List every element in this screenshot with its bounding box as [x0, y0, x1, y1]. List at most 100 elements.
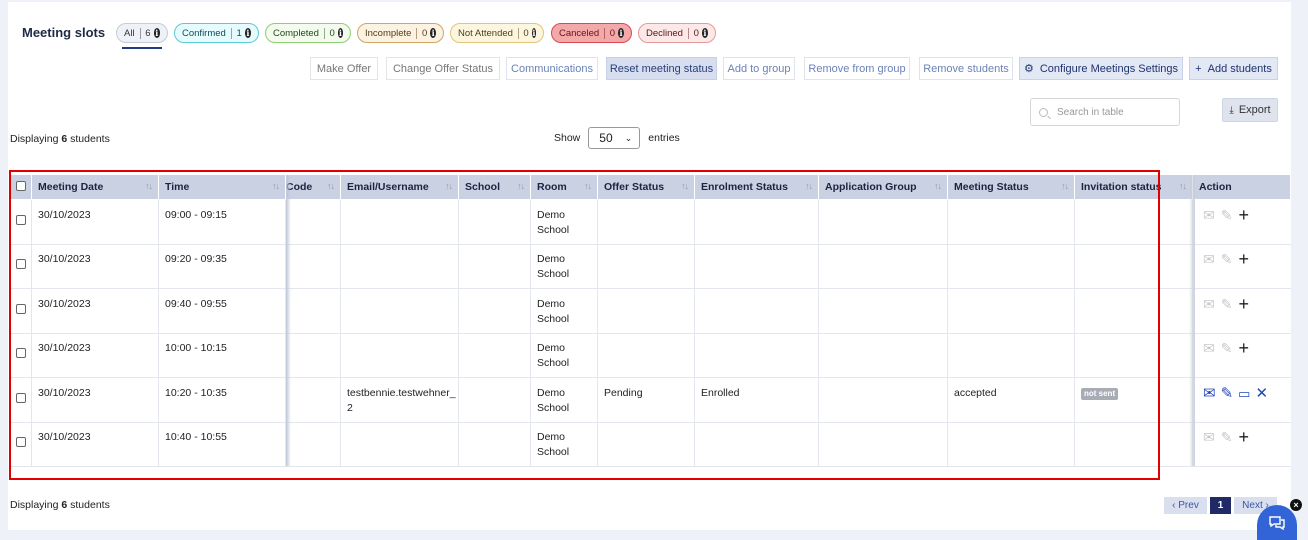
column-header-email[interactable]: Email/Username ↑↓ — [341, 175, 459, 199]
pencil-icon[interactable]: ✎ — [1221, 296, 1233, 312]
column-header-offer-status[interactable]: Offer Status ↑↓ — [598, 175, 695, 199]
close-icon[interactable]: ✕ — [1255, 386, 1268, 401]
status-filter-pill[interactable]: All 6 i — [116, 23, 168, 43]
pencil-icon[interactable]: ✎ — [1221, 386, 1234, 401]
meeting-status-cell: accepted — [948, 378, 1075, 422]
row-checkbox[interactable] — [16, 259, 26, 269]
envelope-icon[interactable]: ✉ — [1203, 429, 1215, 445]
search-input[interactable]: Search in table — [1030, 98, 1180, 126]
pencil-icon[interactable]: ✎ — [1221, 251, 1233, 267]
chat-close-icon[interactable]: × — [1290, 499, 1302, 511]
envelope-icon[interactable]: ✉ — [1203, 296, 1215, 312]
pencil-icon[interactable]: ✎ — [1221, 207, 1233, 223]
add-to-group-button[interactable]: Add to group — [723, 57, 795, 80]
add-students-button[interactable]: + Add students — [1189, 57, 1278, 80]
column-header-enrolment-status[interactable]: Enrolment Status ↑↓ — [695, 175, 819, 199]
column-header-code[interactable]: Code ↑↓ — [286, 175, 341, 199]
email-cell — [341, 244, 459, 288]
search-icon — [1039, 107, 1048, 117]
plus-icon[interactable]: + — [1238, 428, 1249, 446]
row-checkbox[interactable] — [16, 348, 26, 358]
sort-icon[interactable]: ↑↓ — [445, 181, 453, 191]
entries-label: entries — [648, 132, 680, 144]
status-filter-pill[interactable]: Confirmed 1 i — [174, 23, 259, 43]
row-checkbox[interactable] — [16, 437, 26, 447]
sort-icon[interactable]: ↑↓ — [584, 181, 592, 191]
column-header-meeting-date[interactable]: Meeting Date ↑↓ — [32, 175, 159, 199]
row-checkbox[interactable] — [16, 393, 26, 403]
status-filter-pill[interactable]: Not Attended 0 i — [450, 23, 544, 43]
sort-icon[interactable]: ↑↓ — [1179, 181, 1187, 191]
status-filter-pill[interactable]: Declined 0 i — [638, 23, 716, 43]
remove-students-button[interactable]: Remove students — [919, 57, 1013, 80]
calendar-icon[interactable]: ▭ — [1238, 386, 1250, 401]
column-header-time[interactable]: Time ↑↓ — [159, 175, 286, 199]
pencil-icon[interactable]: ✎ — [1221, 340, 1233, 356]
envelope-icon[interactable]: ✉ — [1203, 386, 1216, 401]
communications-button[interactable]: Communications — [506, 57, 598, 80]
sort-icon[interactable]: ↑↓ — [327, 181, 335, 191]
envelope-icon[interactable]: ✉ — [1203, 251, 1215, 267]
chat-widget-button[interactable] — [1257, 505, 1297, 540]
sort-icon[interactable]: ↑↓ — [681, 181, 689, 191]
page-length-select[interactable]: 50 ⌄ — [588, 127, 641, 149]
pagination-page[interactable]: 1 — [1210, 497, 1231, 514]
sort-icon[interactable]: ↑↓ — [934, 181, 942, 191]
filter-label: Declined — [646, 27, 683, 39]
envelope-icon[interactable]: ✉ — [1203, 207, 1215, 223]
email-cell — [341, 422, 459, 466]
plus-icon: + — [1195, 62, 1202, 75]
column-header-invitation-status[interactable]: Invitation status ↑↓ — [1075, 175, 1193, 199]
row-checkbox[interactable] — [16, 215, 26, 225]
reset-meeting-status-button[interactable]: Reset meeting status — [606, 57, 717, 80]
make-offer-button[interactable]: Make Offer — [310, 57, 378, 80]
change-offer-status-button[interactable]: Change Offer Status — [386, 57, 500, 80]
export-button[interactable]: ⤓ Export — [1222, 98, 1278, 122]
row-checkbox[interactable] — [16, 304, 26, 314]
filter-label: Canceled — [559, 27, 600, 39]
column-header-action[interactable]: Action — [1193, 175, 1291, 199]
pagination-prev[interactable]: ‹ Prev — [1164, 497, 1207, 514]
select-all-checkbox[interactable] — [16, 181, 26, 191]
time-cell: 09:40 - 09:55 — [159, 289, 286, 333]
configure-meetings-button[interactable]: ⚙ Configure Meetings Settings — [1019, 57, 1183, 80]
application-group-cell — [819, 244, 948, 288]
chevron-down-icon: ⌄ — [624, 132, 633, 143]
plus-icon[interactable]: + — [1238, 339, 1249, 357]
time-cell: 10:20 - 10:35 — [159, 378, 286, 422]
plus-icon[interactable]: + — [1238, 250, 1249, 268]
status-filter-pill[interactable]: Completed 0 i — [265, 23, 351, 43]
sort-icon[interactable]: ↑↓ — [517, 181, 525, 191]
column-header-school[interactable]: School ↑↓ — [459, 175, 531, 199]
table-row: 30/10/2023 09:40 - 09:55 Demo School ✉ ✎ + — [10, 289, 1291, 334]
offer-status-cell — [598, 422, 695, 466]
select-all-checkbox-header[interactable] — [10, 175, 32, 199]
code-cell — [286, 422, 341, 466]
envelope-icon[interactable]: ✉ — [1203, 340, 1215, 356]
offer-status-cell — [598, 333, 695, 377]
column-header-meeting-status[interactable]: Meeting Status ↑↓ — [948, 175, 1075, 199]
enrolment-status-cell — [695, 244, 819, 288]
sort-icon[interactable]: ↑↓ — [145, 181, 153, 191]
pencil-icon[interactable]: ✎ — [1221, 429, 1233, 445]
status-filter-pill[interactable]: Incomplete 0 i — [357, 23, 444, 43]
time-cell: 09:00 - 09:15 — [159, 200, 286, 244]
students-table: Meeting Date ↑↓ Time ↑↓ Code ↑↓ Email/Username… — [10, 175, 1291, 468]
table-row: 30/10/2023 10:40 - 10:55 Demo School ✉ ✎ + — [10, 422, 1291, 467]
plus-icon[interactable]: + — [1238, 206, 1249, 224]
remove-from-group-button[interactable]: Remove from group — [804, 57, 910, 80]
filter-label: Incomplete — [365, 27, 412, 39]
plus-icon[interactable]: + — [1238, 295, 1249, 313]
sort-icon[interactable]: ↑↓ — [272, 181, 280, 191]
sort-icon[interactable]: ↑↓ — [1061, 181, 1069, 191]
invitation-status-cell — [1075, 289, 1193, 333]
table-row: 30/10/2023 09:20 - 09:35 Demo School ✉ ✎ + — [10, 244, 1291, 289]
status-filter-pill[interactable]: Canceled 0 i — [551, 23, 632, 43]
sort-icon[interactable]: ↑↓ — [805, 181, 813, 191]
action-column-shadow — [1189, 175, 1195, 466]
display-count-top: Displaying 6 students — [10, 133, 110, 145]
info-icon: i — [430, 28, 436, 38]
page-length-value: 50 — [599, 131, 613, 145]
column-header-application-group[interactable]: Application Group ↑↓ — [819, 175, 948, 199]
column-header-room[interactable]: Room ↑↓ — [531, 175, 598, 199]
